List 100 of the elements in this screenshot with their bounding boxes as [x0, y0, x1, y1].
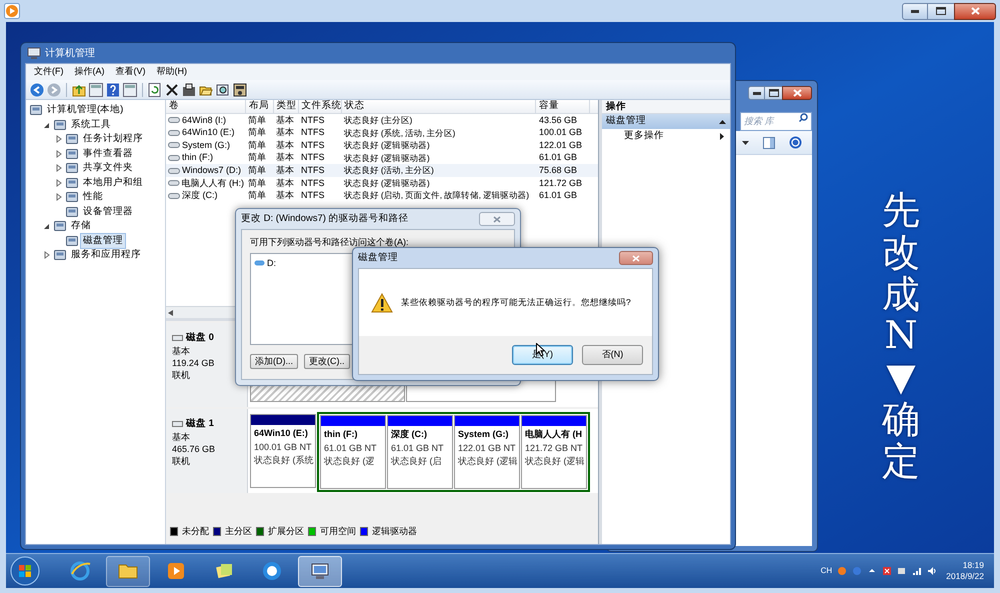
list-item[interactable]: D:: [267, 256, 276, 270]
column-header[interactable]: 文件系统: [298, 100, 342, 113]
table-cell-text: NTFS: [301, 176, 324, 190]
node-icon: [54, 220, 66, 232]
partition-box[interactable]: 64Win10 (E:) 100.01 GB NT 状态良好 (系统: [250, 414, 316, 488]
scroll-left-icon[interactable]: [168, 310, 173, 316]
delete-icon[interactable]: [165, 82, 179, 96]
column-header[interactable]: 布局: [246, 100, 274, 113]
signal-icon[interactable]: [912, 566, 922, 576]
tree-item[interactable]: 性能: [80, 189, 106, 206]
partition-box[interactable]: thin (F:) 61.01 GB NT 状态良好 (逻: [320, 415, 386, 489]
legend-label: 可用空间: [320, 524, 356, 538]
partition-size: 100.01 GB NT: [254, 440, 312, 454]
panel-icon[interactable]: [89, 82, 103, 96]
start-button[interactable]: [10, 556, 40, 586]
caret-icon[interactable]: [742, 140, 749, 144]
table-cell-text: 基本: [276, 189, 294, 202]
disk-info: 联机: [172, 369, 191, 382]
maximize-icon: [768, 89, 778, 97]
collapse-icon[interactable]: [42, 222, 52, 230]
tree-item[interactable]: 任务计划程序: [80, 131, 146, 148]
table-cell-text: 基本: [276, 126, 294, 140]
partition-bar: [251, 415, 315, 425]
table-cell-text: System (G:): [182, 138, 230, 152]
collapse-icon[interactable]: [719, 120, 726, 124]
column-header[interactable]: 类型: [274, 100, 299, 113]
expand-icon[interactable]: [54, 150, 64, 158]
minimize-button[interactable]: [902, 2, 928, 20]
menu-item[interactable]: 文件(F): [30, 65, 68, 79]
expand-icon[interactable]: [54, 178, 64, 187]
tree-item[interactable]: 设备管理器: [80, 204, 136, 220]
action-item[interactable]: 更多操作: [624, 129, 664, 144]
expand-icon[interactable]: [42, 251, 52, 260]
preview-pane-icon[interactable]: [763, 136, 775, 148]
warning-icon: [371, 292, 393, 312]
search-field[interactable]: 搜索 库: [740, 112, 812, 130]
maximize-button[interactable]: [928, 2, 954, 20]
close-button[interactable]: [954, 2, 996, 20]
partition-box[interactable]: System (G:) 122.01 GB NT 状态良好 (逻辑: [454, 415, 520, 489]
partition-box[interactable]: 电脑人人有 (H 121.72 GB NT 状态良好 (逻辑: [521, 415, 587, 489]
pane-header: 操作: [602, 100, 730, 114]
panel-icon[interactable]: [123, 82, 137, 96]
table-cell: 状态良好 (逻辑驱动器): [344, 176, 430, 190]
table-cell-text: 基本: [276, 176, 294, 190]
volume-icon[interactable]: [927, 566, 938, 576]
close-button[interactable]: [782, 86, 812, 100]
disk-info: 119.24 GB: [172, 357, 216, 370]
disk-info: 联机: [172, 455, 191, 468]
dialog-button[interactable]: 否(N): [582, 345, 643, 365]
tree-item[interactable]: 存储: [68, 218, 94, 234]
table-cell-text: 基本: [276, 164, 294, 177]
table-cell-text: 简单: [248, 114, 266, 127]
taskbar-button[interactable]: [298, 556, 342, 586]
menu-item[interactable]: 查看(V): [112, 65, 150, 79]
disk-info: 基本: [172, 345, 191, 358]
tree-item[interactable]: 事件查看器: [80, 146, 136, 162]
dialog-button[interactable]: 添加(D)...: [250, 354, 298, 368]
table-cell: 状态良好 (启动, 页面文件, 故障转储, 逻辑驱动器): [344, 189, 529, 202]
close-icon: [632, 254, 640, 262]
table-cell-text: 100.01 GB: [539, 126, 582, 140]
partition-status: 状态良好 (系统: [254, 454, 312, 467]
tree-item[interactable]: 共享文件夹: [80, 160, 136, 176]
legend-label: 逻辑驱动器: [372, 524, 417, 538]
clock-time[interactable]: 18:19: [962, 560, 984, 571]
table-cell-text: NTFS: [301, 151, 324, 164]
column-header[interactable]: 卷: [166, 100, 246, 113]
input-language[interactable]: CH: [820, 565, 832, 577]
tree-item[interactable]: 服务和应用程序: [68, 247, 144, 264]
table-cell-text: 简单: [248, 138, 266, 152]
field-label: 可用下列驱动器号和路径访问这个卷(A):: [250, 236, 410, 249]
properties-icon[interactable]: [182, 82, 196, 96]
clock-date[interactable]: 2018/9/22: [946, 571, 984, 582]
drive-icon: [168, 155, 180, 162]
expand-icon[interactable]: [54, 193, 64, 202]
collapse-icon[interactable]: [42, 120, 52, 129]
table-cell: 状态良好 (活动, 主分区): [344, 164, 434, 178]
tree-item[interactable]: 磁盘管理: [80, 232, 126, 249]
tree-item[interactable]: 计算机管理(本地): [44, 102, 126, 118]
back-icon[interactable]: [30, 82, 44, 96]
window-title: 计算机管理: [45, 46, 95, 60]
drive-icon: [168, 168, 180, 174]
partition-box[interactable]: 深度 (C:) 61.01 GB NT 状态良好 (启: [387, 415, 453, 489]
column-header[interactable]: 状态: [342, 100, 536, 113]
menu-item[interactable]: 帮助(H): [152, 65, 191, 79]
up-folder-icon[interactable]: [72, 82, 86, 96]
tree-item[interactable]: 本地用户和组: [80, 174, 146, 191]
selected-row[interactable]: Windows7 (D:) 简单 基本 NTFS 状态良好 (活动, 主分区) 75.68 GB: [166, 164, 598, 177]
expand-icon[interactable]: [54, 135, 64, 144]
expand-icon[interactable]: [54, 164, 64, 172]
refresh-icon[interactable]: [148, 82, 162, 96]
minimize-button[interactable]: [748, 86, 765, 100]
column-header[interactable]: 容量: [536, 100, 590, 113]
table-cell-text: 61.01 GB: [539, 189, 578, 202]
close-icon: [970, 7, 980, 15]
dialog-title: 磁盘管理: [358, 250, 398, 265]
tree-item[interactable]: 系统工具: [68, 116, 114, 133]
menu-item[interactable]: 操作(A): [70, 65, 108, 79]
maximize-button[interactable]: [765, 86, 782, 100]
close-button[interactable]: [619, 251, 653, 265]
dialog-button[interactable]: 更改(C)..: [304, 354, 350, 368]
